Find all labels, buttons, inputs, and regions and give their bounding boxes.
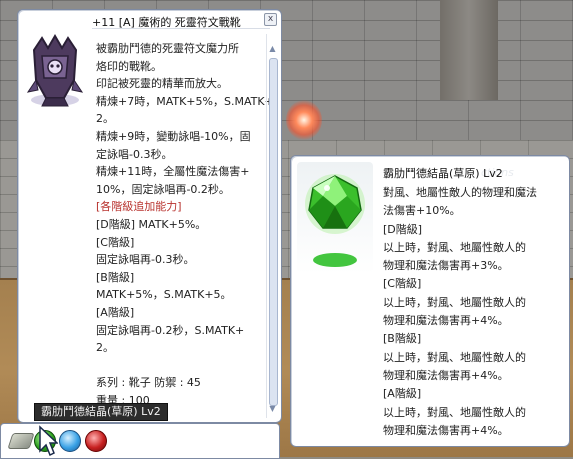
card-desc-line: 對風、地屬性敵人的物理和魔法 [383, 186, 537, 199]
item-desc-line: 精煉+9時，變動詠唱-10%，固 [96, 129, 251, 143]
card-desc-line: [C階級] [383, 277, 422, 291]
item-scrollbar[interactable]: ▲ ▼ [266, 34, 278, 418]
item-desc-line: 固定詠唱再-0.3秒。 [96, 253, 195, 267]
item-desc-line: [A階級] [96, 305, 135, 319]
item-desc-line: MATK+5%，S.MATK+5。 [96, 288, 232, 302]
item-description: 被霸肋鬥德的死靈符文魔力所 烙印的戰靴。印記被死靈的精華而放大。精煉+7時，MAT… [96, 40, 274, 407]
item-desc-line: [各階級追加能力] [96, 200, 182, 214]
item-title: +11 [A] 魔術的 死靈符文戰靴 [92, 14, 270, 29]
card-desc-line: 以上時，對風、地屬性敵人的 [383, 405, 526, 419]
hover-tooltip: 霸肋鬥德結晶(草原) Lv2 [34, 403, 168, 421]
item-stats: 系列 : 靴子 防禦 : 45 [96, 376, 201, 390]
card-desc-line: [A階級] [383, 387, 422, 401]
gem-card-icon [297, 162, 373, 274]
item-desc-line: 印記被死靈的精華而放大。 [96, 77, 228, 91]
item-tooltip-window[interactable]: +11 [A] 魔術的 死靈符文戰靴 x 被霸肋鬥德的死靈符文魔力所 烙印的戰靴。… [17, 9, 282, 423]
item-desc-line: 10%，固定詠唱再-0.2秒。 [96, 182, 230, 196]
card-desc-line: 物理和魔法傷害再+4%。 [383, 423, 509, 437]
close-icon[interactable]: x [264, 13, 277, 26]
card-description: 對風、地屬性敵人的物理和魔法 法傷害+10%。 [D階級] 以上時，對風、地屬性敵人的… [383, 184, 563, 440]
card-desc-line: 物理和魔法傷害再+4%。 [383, 368, 509, 382]
card-desc-line: 物理和魔法傷害再+3%。 [383, 259, 509, 273]
scroll-up-icon[interactable]: ▲ [267, 44, 278, 54]
scroll-down-icon[interactable]: ▼ [267, 404, 278, 414]
card-desc-line: 以上時，對風、地屬性敵人的 [383, 350, 526, 364]
card-title: 霸肋鬥德結晶(草原) Lv2 [383, 167, 503, 180]
item-desc-line: [D階級] MATK+5%。 [96, 217, 207, 231]
mouse-cursor-icon [39, 425, 58, 457]
boots-item-icon [24, 30, 86, 110]
red-orb-slot-icon[interactable] [85, 430, 107, 452]
item-desc-line: 固定詠唱再-0.2秒，S.MATK+ [96, 323, 245, 337]
item-desc-line: 2。 [96, 112, 114, 126]
card-desc-line: 以上時，對風、地屬性敵人的 [383, 295, 526, 309]
item-desc-line: 精煉+7時，MATK+5%，S.MATK+ [96, 94, 274, 108]
torch-flame [286, 100, 322, 140]
item-desc-line: 被霸肋鬥德的死靈符文魔力所 [96, 42, 239, 55]
item-desc-line: 精煉+11時，全屬性魔法傷害+ [96, 165, 250, 179]
item-desc-line: 2。 [96, 341, 114, 355]
item-desc-line: [C階級] [96, 235, 135, 249]
card-desc-line: [D階級] [383, 222, 423, 236]
stone-pillar [440, 0, 498, 100]
card-desc-line: 物理和魔法傷害再+4%。 [383, 314, 509, 328]
scroll-thumb[interactable] [269, 58, 278, 406]
card-desc-line: 以上時，對風、地屬性敵人的 [383, 240, 526, 254]
item-desc-line: 烙印的戰靴。 [96, 59, 162, 73]
card-desc-line: 法傷害+10%。 [383, 204, 461, 218]
item-desc-line: [B階級] [96, 270, 135, 284]
blue-orb-slot-icon[interactable] [59, 430, 81, 452]
card-tooltip-window[interactable]: ctions 霸肋鬥德結晶(草原) Lv2 對風、地屬性敵人的物理和魔法 法傷害+… [290, 155, 570, 447]
card-desc-line: [B階級] [383, 332, 422, 346]
item-desc-line: 定詠唱-0.3秒。 [96, 147, 173, 161]
